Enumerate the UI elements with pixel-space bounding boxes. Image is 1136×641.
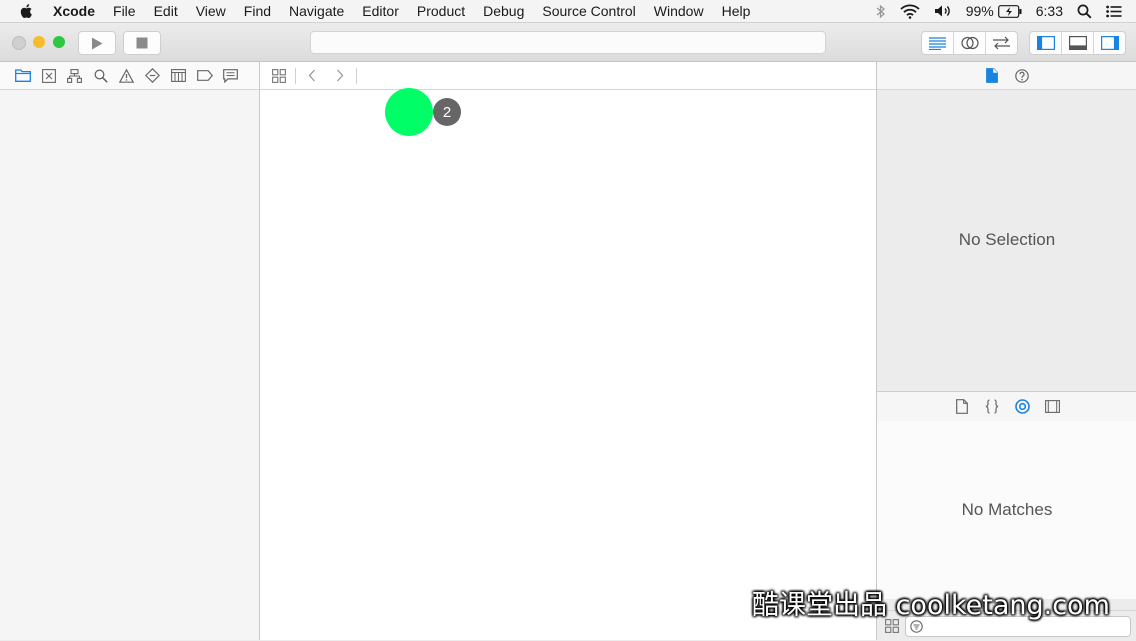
play-icon — [92, 37, 103, 49]
menu-help[interactable]: Help — [722, 3, 751, 19]
menu-product[interactable]: Product — [417, 3, 465, 19]
code-snippet-icon — [985, 399, 999, 414]
utilities-toggle-button[interactable] — [1094, 32, 1125, 54]
editor-area[interactable] — [260, 62, 876, 640]
menu-editor[interactable]: Editor — [362, 3, 399, 19]
file-template-library-tab[interactable] — [954, 399, 970, 415]
activity-viewer — [310, 31, 826, 54]
go-forward-button[interactable] — [332, 68, 348, 84]
run-button[interactable] — [78, 31, 116, 55]
related-items-button[interactable] — [271, 68, 287, 84]
file-inspector-icon — [986, 68, 998, 83]
object-library-icon — [1014, 399, 1030, 414]
stop-icon — [136, 37, 148, 49]
code-snippet-library-tab[interactable] — [984, 399, 1000, 415]
test-icon — [145, 68, 160, 83]
clock[interactable]: 6:33 — [1036, 3, 1063, 19]
editor-mode-control[interactable] — [921, 31, 1018, 55]
breakpoint-navigator-tab[interactable] — [196, 67, 213, 84]
battery-percent: 99% — [965, 3, 994, 19]
zoom-window-button[interactable] — [53, 36, 65, 48]
utilities-toggle-icon — [1100, 36, 1119, 50]
menu-edit[interactable]: Edit — [154, 3, 178, 19]
media-library-icon — [1044, 400, 1060, 413]
wifi-icon[interactable] — [900, 4, 920, 19]
symbol-icon — [67, 68, 82, 83]
menu-source-control[interactable]: Source Control — [542, 3, 635, 19]
menu-bar: Xcode File Edit View Find Navigate Edito… — [0, 0, 1136, 23]
no-matches-label: No Matches — [877, 421, 1136, 599]
minimize-window-button[interactable] — [33, 36, 45, 48]
navigator-toggle-icon — [1036, 36, 1055, 50]
source-control-navigator-tab[interactable] — [40, 67, 57, 84]
menu-debug[interactable]: Debug — [483, 3, 524, 19]
report-icon — [223, 68, 238, 83]
issue-navigator-tab[interactable] — [118, 67, 135, 84]
apple-icon[interactable] — [18, 3, 36, 19]
issue-icon — [119, 68, 134, 83]
quick-help-icon — [1015, 68, 1029, 83]
assistant-editor-button[interactable] — [954, 32, 986, 54]
go-back-button[interactable] — [304, 68, 320, 84]
menu-navigate[interactable]: Navigate — [289, 3, 344, 19]
media-library-tab[interactable] — [1044, 399, 1060, 415]
navigator-area — [0, 62, 260, 640]
library-selector-bar — [877, 391, 1136, 422]
menu-app-name[interactable]: Xcode — [53, 3, 95, 19]
find-navigator-tab[interactable] — [92, 67, 109, 84]
battery-icon[interactable] — [997, 4, 1022, 18]
assistant-editor-icon — [960, 36, 979, 50]
filter-icon — [910, 620, 923, 633]
object-library-tab[interactable] — [1014, 399, 1030, 415]
spotlight-search-icon[interactable] — [1077, 4, 1092, 19]
click-count-badge: 2 — [433, 98, 461, 126]
notification-center-icon[interactable] — [1106, 5, 1122, 18]
menu-view[interactable]: View — [196, 3, 226, 19]
jump-bar-separator — [295, 67, 296, 84]
menu-file[interactable]: File — [113, 3, 136, 19]
close-window-button[interactable] — [12, 36, 26, 50]
project-navigator-tab[interactable] — [14, 67, 31, 84]
menu-find[interactable]: Find — [244, 3, 271, 19]
view-toggle-control[interactable] — [1029, 31, 1126, 55]
quick-help-tab[interactable] — [1014, 68, 1030, 84]
jump-bar-separator — [356, 67, 357, 84]
forward-icon — [337, 69, 344, 82]
inspector-selector-bar — [877, 62, 1136, 90]
file-template-icon — [956, 399, 968, 414]
no-selection-label: No Selection — [958, 230, 1056, 249]
back-icon — [308, 69, 315, 82]
navigator-selector-bar — [0, 62, 259, 90]
report-navigator-tab[interactable] — [222, 67, 239, 84]
utilities-area: No Selection No Matches — [876, 62, 1136, 641]
watermark: 酷课堂出品 coolketang.com — [752, 590, 1110, 621]
symbol-navigator-tab[interactable] — [66, 67, 83, 84]
version-editor-button[interactable] — [986, 32, 1017, 54]
status-menu-area: 99% 6:33 — [876, 0, 1136, 22]
click-indicator — [385, 88, 433, 136]
version-editor-icon — [993, 36, 1010, 50]
menu-window[interactable]: Window — [654, 3, 704, 19]
debug-area-toggle-button[interactable] — [1062, 32, 1094, 54]
standard-editor-button[interactable] — [922, 32, 954, 54]
debug-area-toggle-icon — [1068, 36, 1087, 50]
file-inspector-tab[interactable] — [984, 68, 1000, 84]
find-icon — [94, 69, 108, 83]
standard-editor-icon — [929, 36, 946, 50]
debug-icon — [171, 69, 186, 82]
jump-bar — [260, 62, 876, 90]
debug-navigator-tab[interactable] — [170, 67, 187, 84]
grid-icon — [272, 68, 286, 83]
navigator-toggle-button[interactable] — [1030, 32, 1062, 54]
grid-view-icon[interactable] — [885, 619, 899, 633]
bluetooth-icon[interactable] — [876, 4, 886, 19]
stop-button[interactable] — [123, 31, 161, 55]
test-navigator-tab[interactable] — [144, 67, 161, 84]
breakpoint-icon — [196, 70, 213, 81]
source-control-icon — [41, 68, 56, 83]
folder-icon — [14, 69, 31, 82]
volume-icon[interactable] — [934, 4, 952, 18]
